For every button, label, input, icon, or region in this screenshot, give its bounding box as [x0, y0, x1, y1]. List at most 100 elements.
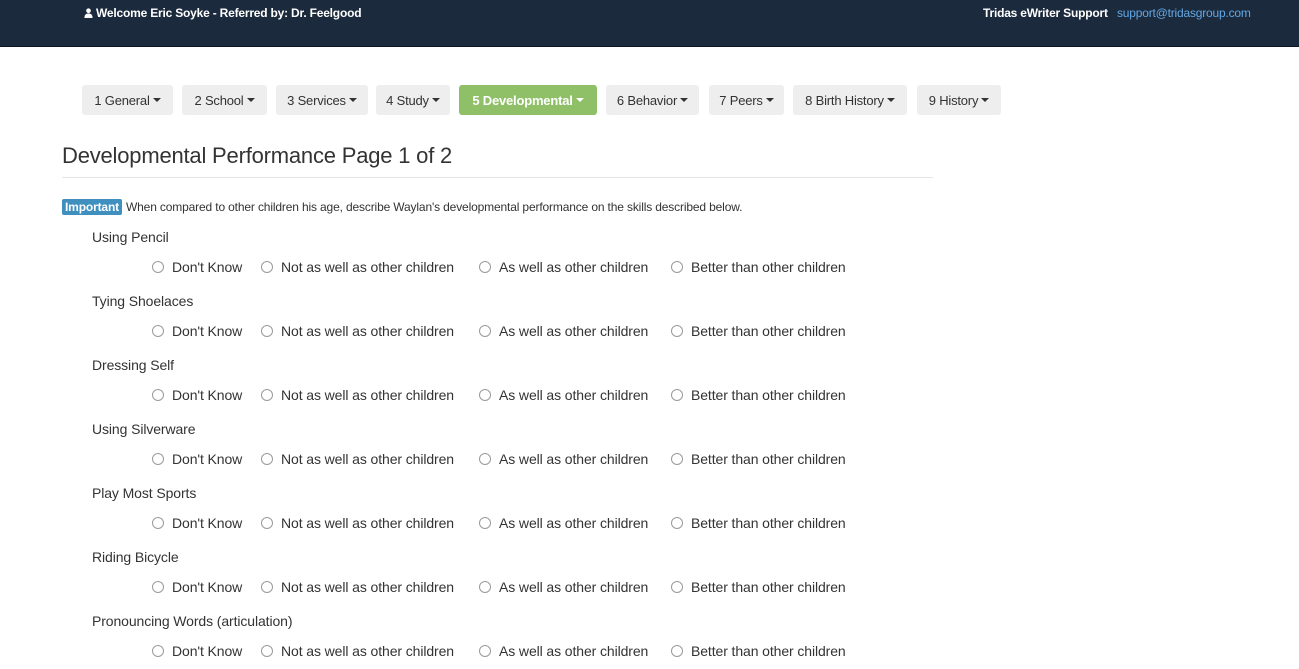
radio-button[interactable]	[479, 325, 491, 337]
top-navbar: Welcome Eric Soyke - Referred by: Dr. Fe…	[0, 0, 1299, 47]
option-as-well[interactable]: As well as other children	[479, 515, 648, 531]
option-as-well[interactable]: As well as other children	[479, 579, 648, 595]
tab-general[interactable]: 1 General	[82, 85, 173, 115]
radio-button[interactable]	[261, 325, 273, 337]
radio-button[interactable]	[479, 517, 491, 529]
chevron-down-icon	[575, 98, 584, 102]
tab-label: 3 Services	[287, 92, 346, 108]
tab-developmental[interactable]: 5 Developmental	[459, 85, 597, 115]
tab-peers[interactable]: 7 Peers	[709, 85, 784, 115]
option-not-as-well[interactable]: Not as well as other children	[261, 259, 454, 275]
option-not-as-well[interactable]: Not as well as other children	[261, 323, 454, 339]
option-dont-know[interactable]: Don't Know	[152, 579, 242, 595]
skill-label: Pronouncing Words (articulation)	[92, 613, 293, 629]
important-badge: Important	[62, 199, 122, 215]
option-as-well[interactable]: As well as other children	[479, 643, 648, 659]
tab-label: 9 History	[928, 92, 979, 108]
option-label: As well as other children	[499, 259, 649, 275]
radio-button[interactable]	[261, 453, 273, 465]
chevron-down-icon	[765, 98, 774, 102]
option-label: Not as well as other children	[281, 515, 454, 531]
radio-button[interactable]	[671, 325, 683, 337]
chevron-down-icon	[152, 98, 161, 102]
chevron-down-icon	[886, 98, 895, 102]
option-label: As well as other children	[499, 515, 649, 531]
user-icon	[84, 8, 93, 18]
tab-study[interactable]: 4 Study	[376, 85, 450, 115]
radio-button[interactable]	[671, 453, 683, 465]
tab-birth-history[interactable]: 8 Birth History	[793, 85, 907, 115]
option-not-as-well[interactable]: Not as well as other children	[261, 515, 454, 531]
option-better-than[interactable]: Better than other children	[671, 515, 846, 531]
tab-history[interactable]: 9 History	[917, 85, 1001, 115]
option-as-well[interactable]: As well as other children	[479, 451, 648, 467]
option-better-than[interactable]: Better than other children	[671, 643, 846, 659]
radio-button[interactable]	[261, 581, 273, 593]
radio-button[interactable]	[479, 389, 491, 401]
radio-button[interactable]	[152, 581, 164, 593]
radio-button[interactable]	[152, 325, 164, 337]
option-as-well[interactable]: As well as other children	[479, 387, 648, 403]
option-as-well[interactable]: As well as other children	[479, 323, 648, 339]
radio-button[interactable]	[261, 389, 273, 401]
radio-button[interactable]	[152, 645, 164, 657]
tab-behavior[interactable]: 6 Behavior	[606, 85, 699, 115]
option-not-as-well[interactable]: Not as well as other children	[261, 387, 454, 403]
option-dont-know[interactable]: Don't Know	[152, 387, 242, 403]
option-as-well[interactable]: As well as other children	[479, 259, 648, 275]
option-dont-know[interactable]: Don't Know	[152, 259, 242, 275]
option-label: Don't Know	[172, 451, 243, 467]
option-better-than[interactable]: Better than other children	[671, 579, 846, 595]
radio-button[interactable]	[152, 453, 164, 465]
option-label: Don't Know	[172, 259, 243, 275]
option-not-as-well[interactable]: Not as well as other children	[261, 579, 454, 595]
option-label: Better than other children	[691, 579, 846, 595]
option-label: Better than other children	[691, 323, 846, 339]
chevron-down-icon	[981, 98, 990, 102]
option-label: Better than other children	[691, 643, 846, 659]
tab-label: 1 General	[94, 92, 150, 108]
radio-button[interactable]	[479, 581, 491, 593]
radio-button[interactable]	[261, 517, 273, 529]
radio-button[interactable]	[671, 389, 683, 401]
option-dont-know[interactable]: Don't Know	[152, 643, 242, 659]
support-label: Tridas eWriter Support	[983, 6, 1108, 20]
option-dont-know[interactable]: Don't Know	[152, 515, 242, 531]
radio-button[interactable]	[152, 517, 164, 529]
tab-school[interactable]: 2 School	[182, 85, 267, 115]
option-label: Not as well as other children	[281, 387, 454, 403]
radio-button[interactable]	[261, 261, 273, 273]
option-dont-know[interactable]: Don't Know	[152, 451, 242, 467]
radio-button[interactable]	[671, 645, 683, 657]
tab-label: 7 Peers	[719, 92, 763, 108]
radio-button[interactable]	[671, 261, 683, 273]
radio-button[interactable]	[152, 261, 164, 273]
option-dont-know[interactable]: Don't Know	[152, 323, 242, 339]
option-not-as-well[interactable]: Not as well as other children	[261, 643, 454, 659]
chevron-down-icon	[680, 98, 689, 102]
option-better-than[interactable]: Better than other children	[671, 451, 846, 467]
radio-button[interactable]	[479, 261, 491, 273]
option-label: Don't Know	[172, 643, 243, 659]
radio-button[interactable]	[479, 453, 491, 465]
option-better-than[interactable]: Better than other children	[671, 259, 846, 275]
option-label: Better than other children	[691, 451, 846, 467]
skill-label: Tying Shoelaces	[92, 293, 194, 309]
option-better-than[interactable]: Better than other children	[671, 387, 846, 403]
skill-label: Play Most Sports	[92, 485, 197, 501]
chevron-down-icon	[431, 98, 440, 102]
option-label: Not as well as other children	[281, 579, 454, 595]
option-label: Better than other children	[691, 259, 846, 275]
support-email-link[interactable]: support@tridasgroup.com	[1117, 6, 1251, 20]
radio-button[interactable]	[261, 645, 273, 657]
tab-services[interactable]: 3 Services	[276, 85, 368, 115]
option-better-than[interactable]: Better than other children	[671, 323, 846, 339]
option-label: Better than other children	[691, 387, 846, 403]
radio-button[interactable]	[152, 389, 164, 401]
radio-button[interactable]	[479, 645, 491, 657]
tab-label: 2 School	[194, 92, 244, 108]
radio-button[interactable]	[671, 581, 683, 593]
option-not-as-well[interactable]: Not as well as other children	[261, 451, 454, 467]
tab-label: 6 Behavior	[616, 92, 678, 108]
radio-button[interactable]	[671, 517, 683, 529]
